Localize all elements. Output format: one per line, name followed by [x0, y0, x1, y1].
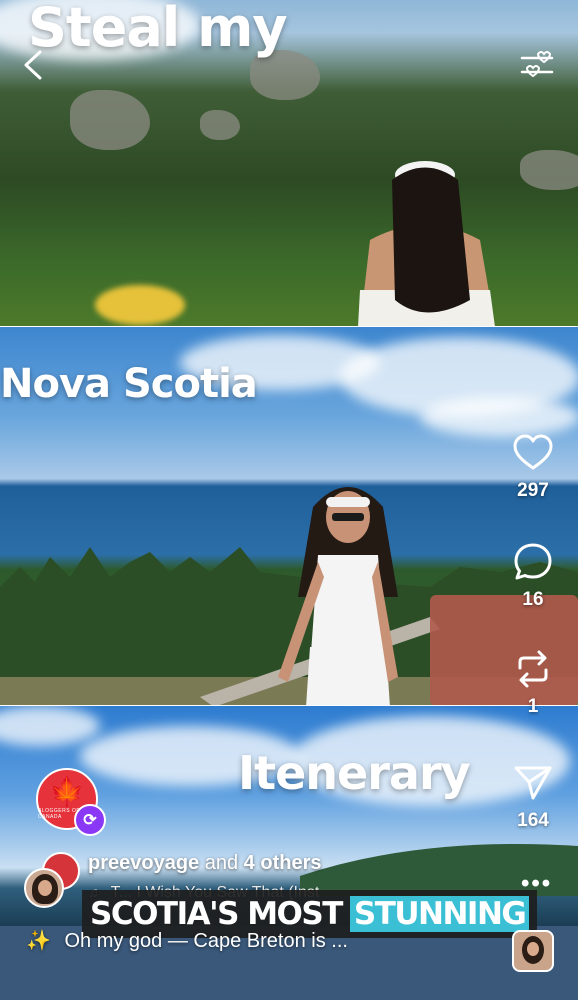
share-button[interactable]: 164 [503, 762, 563, 832]
send-paper-plane-icon[interactable] [512, 762, 554, 804]
author-line[interactable]: preevoyage and 4 others [88, 852, 321, 875]
comment-count: 16 [522, 589, 544, 610]
author-avatars[interactable] [24, 852, 88, 910]
filter-sliders-icon[interactable] [518, 46, 556, 84]
repost-button[interactable]: 1 [503, 648, 563, 718]
repost-count: 1 [527, 696, 539, 717]
comment-button[interactable]: 16 [503, 541, 563, 611]
post-caption[interactable]: ✨ Oh my god — Cape Breton is ... [26, 928, 348, 953]
subtitle-highlight: STUNNING [349, 896, 530, 932]
sparkles-icon: ✨ [26, 930, 51, 952]
woman-front-figure [278, 487, 398, 706]
comment-bubble-icon[interactable] [512, 541, 554, 583]
overlay-title-line3: Itenerary [238, 746, 471, 800]
author-avatar [24, 868, 64, 908]
repost-badge-icon: ⟳ [74, 804, 106, 836]
woman-back-figure [358, 161, 495, 327]
author-others[interactable]: 4 others [244, 852, 322, 874]
cliff-rock [520, 150, 578, 190]
caption-text: Oh my god — Cape Breton is ... [64, 930, 348, 952]
like-button[interactable]: 297 [503, 432, 563, 502]
audio-thumbnail[interactable] [512, 930, 554, 972]
author-and-text: and [204, 852, 239, 874]
repost-arrows-icon[interactable] [512, 648, 554, 690]
cliff-rock [200, 110, 240, 140]
cloud [0, 706, 100, 746]
subtitle-text: SCOTIA'S MOST [90, 896, 343, 932]
like-count: 297 [517, 480, 549, 501]
cliff-rock [70, 90, 150, 150]
share-count: 164 [517, 810, 549, 831]
cloud [420, 397, 578, 437]
wildflowers [95, 285, 185, 325]
overlay-title-line1: Steal my [28, 0, 288, 59]
heart-icon[interactable] [512, 432, 554, 474]
overlay-title-line2: Nova Scotia [0, 361, 258, 407]
reel-screen: Steal my Nova Scotia Itenerary 297 16 1 [0, 0, 578, 1000]
author-username[interactable]: preevoyage [88, 852, 199, 874]
maple-leaf-icon: 🍁 [49, 776, 85, 807]
back-chevron-icon[interactable] [20, 48, 48, 82]
